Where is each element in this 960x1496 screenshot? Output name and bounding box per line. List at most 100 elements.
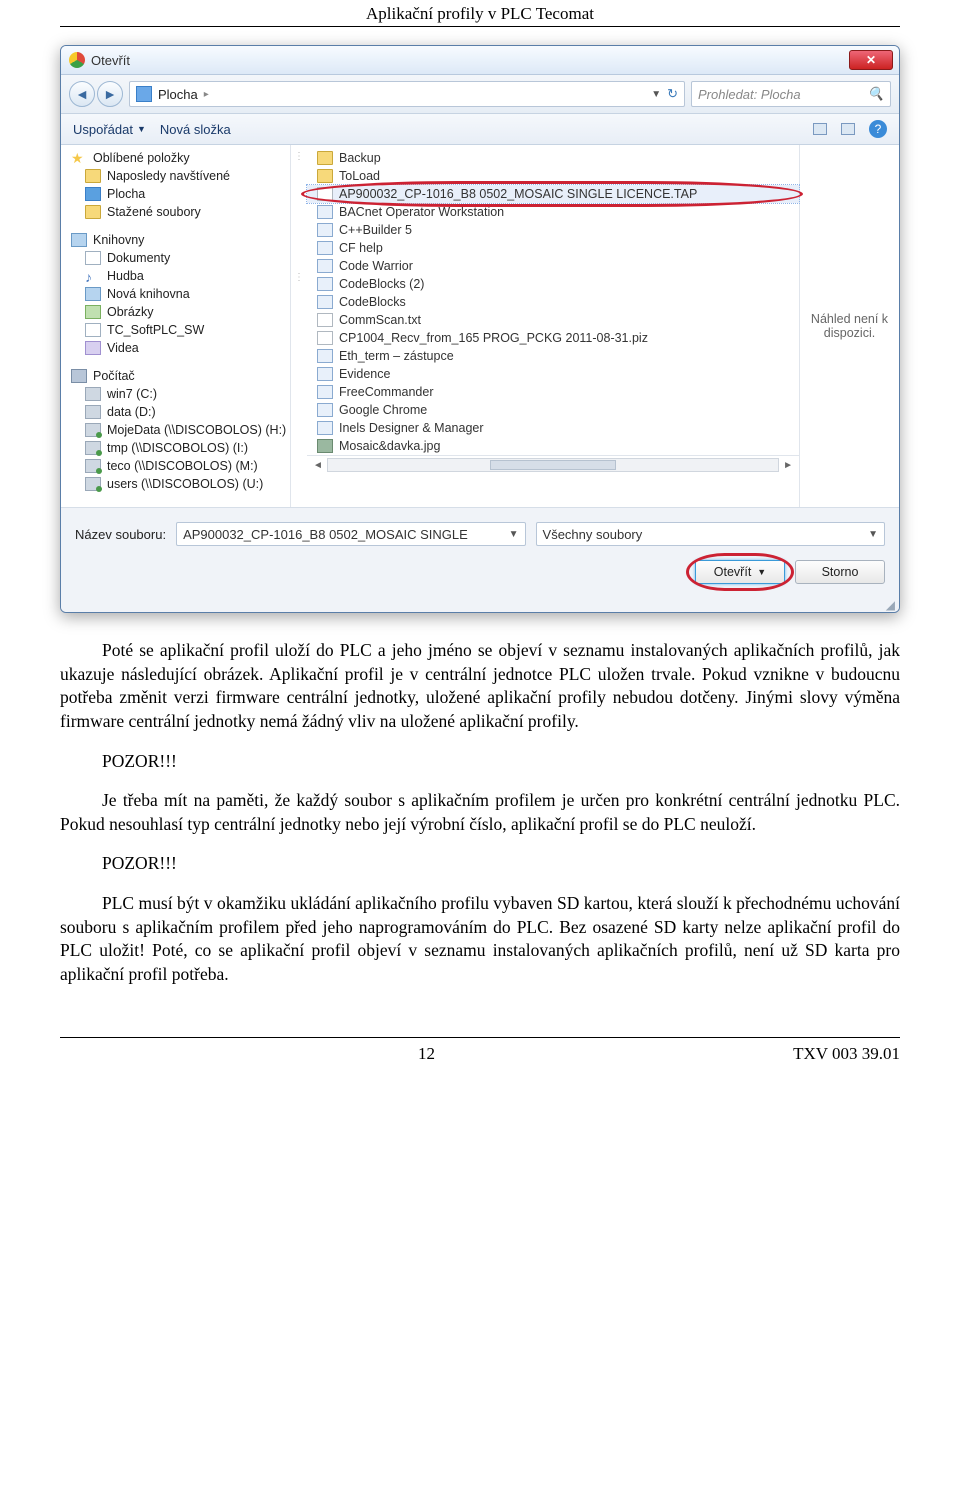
open-file-dialog: Otevřít ✕ ◄ ► Plocha ▸ ▼ ↻ Prohledat: Pl… [60, 45, 900, 613]
breadcrumb[interactable]: Plocha ▸ ▼ ↻ [129, 81, 685, 107]
splitter[interactable]: ⋮ ⋮ [291, 145, 307, 507]
desktop-icon [136, 86, 152, 102]
computer-icon [71, 369, 87, 383]
image-icon [317, 439, 333, 453]
list-item[interactable]: Evidence [307, 365, 799, 383]
sidebar-pictures[interactable]: Obrázky [61, 303, 290, 321]
sidebar-net-h[interactable]: MojeData (\\DISCOBOLOS) (H:) [61, 421, 290, 439]
network-drive-icon [85, 441, 101, 455]
list-item[interactable]: C++Builder 5 [307, 221, 799, 239]
list-item[interactable]: CP1004_Recv_from_165 PROG_PCKG 2011-08-3… [307, 329, 799, 347]
sidebar-documents[interactable]: Dokumenty [61, 249, 290, 267]
page-number: 12 [60, 1044, 793, 1064]
app-icon [317, 421, 333, 435]
nav-forward-button[interactable]: ► [97, 81, 123, 107]
sidebar-music[interactable]: ♪Hudba [61, 267, 290, 285]
dialog-titlebar: Otevřít ✕ [61, 46, 899, 75]
list-item-selected[interactable]: AP900032_CP-1016_B8 0502_MOSAIC SINGLE L… [307, 185, 799, 203]
text-file-icon [317, 313, 333, 327]
sidebar-net-m[interactable]: teco (\\DISCOBOLOS) (M:) [61, 457, 290, 475]
cancel-button[interactable]: Storno [795, 560, 885, 584]
file-filter-select[interactable]: Všechny soubory ▼ [536, 522, 885, 546]
scroll-thumb[interactable] [490, 460, 616, 470]
app-icon [317, 403, 333, 417]
warning-heading: POZOR!!! [60, 750, 900, 774]
sidebar-libraries[interactable]: Knihovny [61, 231, 290, 249]
list-item[interactable]: ToLoad [307, 167, 799, 185]
sidebar-drive-c[interactable]: win7 (C:) [61, 385, 290, 403]
horizontal-scrollbar[interactable]: ◄ ► [307, 455, 799, 474]
search-input[interactable]: Prohledat: Plocha 🔍 [691, 81, 891, 107]
list-item[interactable]: Eth_term – zástupce [307, 347, 799, 365]
list-item[interactable]: CodeBlocks (2) [307, 275, 799, 293]
app-icon [317, 367, 333, 381]
filename-input[interactable]: AP900032_CP-1016_B8 0502_MOSAIC SINGLE ▼ [176, 522, 525, 546]
network-drive-icon [85, 459, 101, 473]
sidebar-drive-d[interactable]: data (D:) [61, 403, 290, 421]
grip-icon: ⋮ [294, 272, 304, 283]
view-icon[interactable] [813, 123, 827, 135]
sidebar-recent[interactable]: Naposledy navštívené [61, 167, 290, 185]
list-item[interactable]: Mosaic&davka.jpg [307, 437, 799, 455]
app-icon [317, 259, 333, 273]
scroll-left-icon[interactable]: ◄ [313, 460, 323, 471]
organize-button[interactable]: Uspořádat ▼ [73, 122, 146, 137]
music-icon: ♪ [85, 269, 101, 283]
sidebar-newlib[interactable]: Nová knihovna [61, 285, 290, 303]
sidebar-downloads[interactable]: Stažené soubory [61, 203, 290, 221]
chevron-down-icon[interactable]: ▼ [509, 529, 519, 540]
help-icon[interactable]: ? [869, 120, 887, 138]
list-item[interactable]: Inels Designer & Manager [307, 419, 799, 437]
list-item[interactable]: CF help [307, 239, 799, 257]
list-item[interactable]: Google Chrome [307, 401, 799, 419]
chevron-down-icon[interactable]: ▼ [651, 89, 661, 100]
new-folder-button[interactable]: Nová složka [160, 122, 231, 137]
chevron-down-icon[interactable]: ▼ [868, 529, 878, 540]
sidebar: ★Oblíbené položky Naposledy navštívené P… [61, 145, 291, 507]
search-icon: 🔍 [868, 86, 884, 102]
app-icon [317, 205, 333, 219]
close-button[interactable]: ✕ [849, 50, 893, 70]
body-text: Poté se aplikační profil uloží do PLC a … [60, 639, 900, 987]
nav-back-button[interactable]: ◄ [69, 81, 95, 107]
sidebar-net-u[interactable]: users (\\DISCOBOLOS) (U:) [61, 475, 290, 493]
sidebar-tcsoft[interactable]: TC_SoftPLC_SW [61, 321, 290, 339]
list-item[interactable]: Code Warrior [307, 257, 799, 275]
folder-icon [85, 169, 101, 183]
file-icon [317, 331, 333, 345]
file-list: Backup ToLoad AP900032_CP-1016_B8 0502_M… [307, 145, 799, 507]
list-item[interactable]: BACnet Operator Workstation [307, 203, 799, 221]
list-item[interactable]: CodeBlocks [307, 293, 799, 311]
folder-icon [317, 151, 333, 165]
list-item[interactable]: FreeCommander [307, 383, 799, 401]
scroll-right-icon[interactable]: ► [783, 460, 793, 471]
star-icon: ★ [71, 151, 87, 165]
network-drive-icon [85, 477, 101, 491]
preview-pane: Náhled není k dispozici. [799, 145, 899, 507]
shortcut-icon [317, 349, 333, 363]
sidebar-computer[interactable]: Počítač [61, 367, 290, 385]
sidebar-net-i[interactable]: tmp (\\DISCOBOLOS) (I:) [61, 439, 290, 457]
app-icon [317, 223, 333, 237]
document-icon [85, 323, 101, 337]
sidebar-videos[interactable]: Videa [61, 339, 290, 357]
network-drive-icon [85, 423, 101, 437]
folder-icon [317, 169, 333, 183]
app-icon [317, 241, 333, 255]
drive-icon [85, 387, 101, 401]
list-item[interactable]: CommScan.txt [307, 311, 799, 329]
search-placeholder: Prohledat: Plocha [698, 87, 801, 102]
refresh-icon[interactable]: ↻ [667, 86, 678, 102]
open-button[interactable]: Otevřít ▼ [695, 560, 785, 584]
paragraph: Poté se aplikační profil uloží do PLC a … [60, 639, 900, 734]
resize-grip-icon[interactable]: ◢ [61, 598, 899, 612]
sidebar-desktop[interactable]: Plocha [61, 185, 290, 203]
list-item[interactable]: Backup [307, 149, 799, 167]
warning-heading: POZOR!!! [60, 852, 900, 876]
folder-icon [85, 205, 101, 219]
video-icon [85, 341, 101, 355]
preview-pane-icon[interactable] [841, 123, 855, 135]
file-icon [317, 187, 333, 201]
split-chevron-icon[interactable]: ▼ [757, 567, 766, 577]
sidebar-favorites[interactable]: ★Oblíbené položky [61, 149, 290, 167]
